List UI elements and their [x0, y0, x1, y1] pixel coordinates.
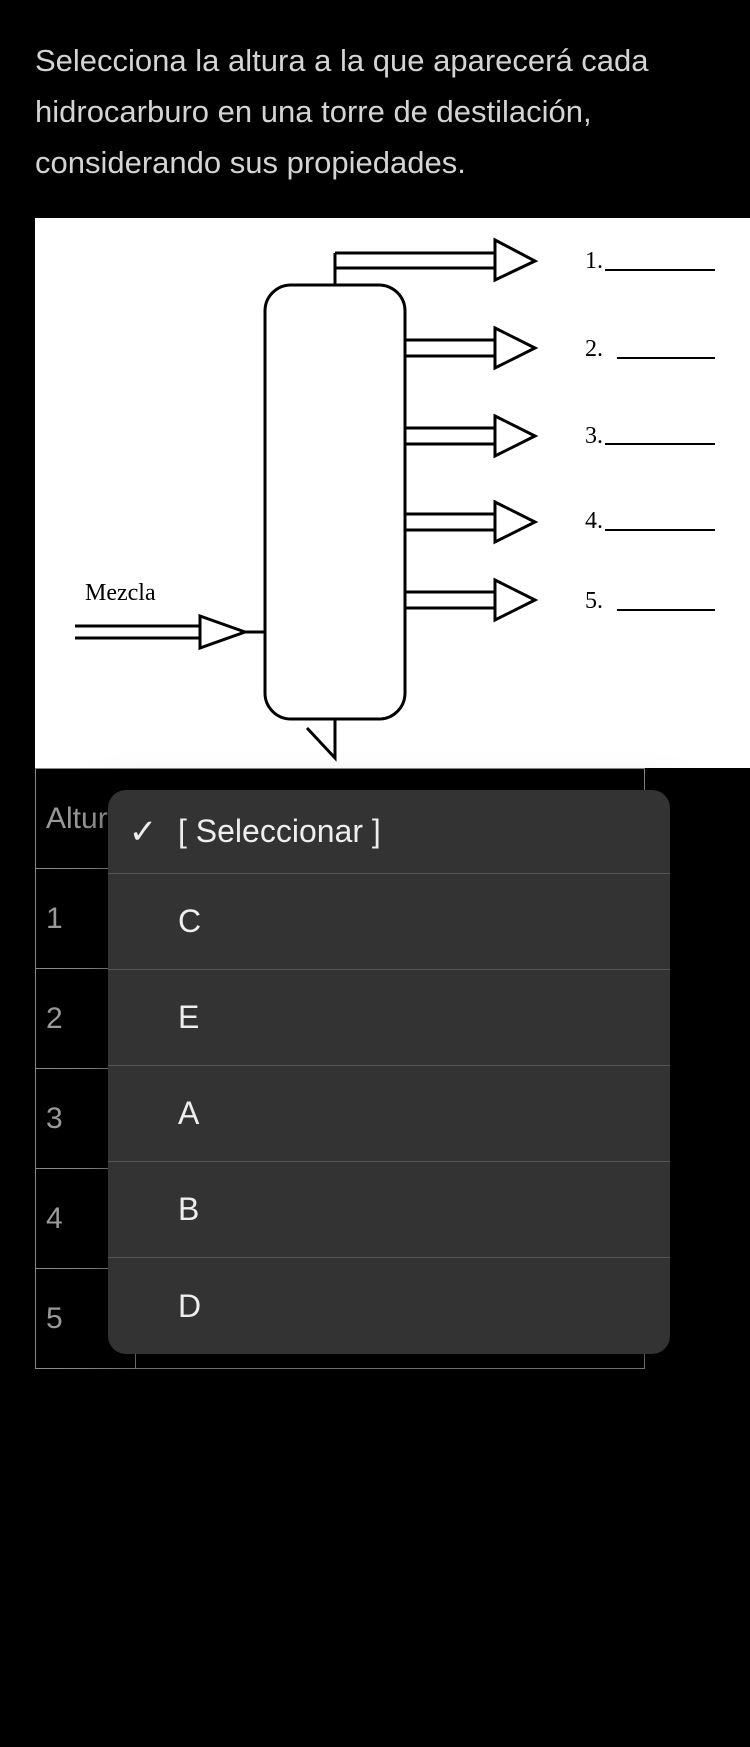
dropdown-option-label: A: [108, 1095, 199, 1132]
dropdown-option-label: E: [108, 999, 199, 1036]
check-icon: ✓: [108, 812, 178, 852]
dropdown-option[interactable]: C: [108, 874, 670, 970]
dropdown-option-label: D: [108, 1288, 201, 1325]
outlet-label-3: 3.: [585, 423, 603, 449]
question-instruction: Selecciona la altura a la que aparecerá …: [0, 0, 750, 218]
dropdown-option-selected[interactable]: ✓ [ Seleccionar ]: [108, 790, 670, 874]
dropdown-option-label: [ Seleccionar ]: [178, 813, 381, 850]
outlet-label-1: 1.: [585, 248, 603, 274]
dropdown-option[interactable]: A: [108, 1066, 670, 1162]
inlet-label: Mezcla: [85, 580, 156, 606]
dropdown-menu: ✓ [ Seleccionar ] C E A B D: [108, 790, 670, 1354]
dropdown-option[interactable]: D: [108, 1258, 670, 1354]
distillation-diagram: 1. 2. 3. 4. 5. Mezcla: [35, 218, 750, 768]
outlet-label-4: 4.: [585, 508, 603, 534]
outlet-label-5: 5.: [585, 588, 603, 614]
outlet-label-2: 2.: [585, 336, 603, 362]
dropdown-option[interactable]: B: [108, 1162, 670, 1258]
dropdown-option-label: C: [108, 903, 201, 940]
dropdown-option-label: B: [108, 1191, 199, 1228]
dropdown-option[interactable]: E: [108, 970, 670, 1066]
